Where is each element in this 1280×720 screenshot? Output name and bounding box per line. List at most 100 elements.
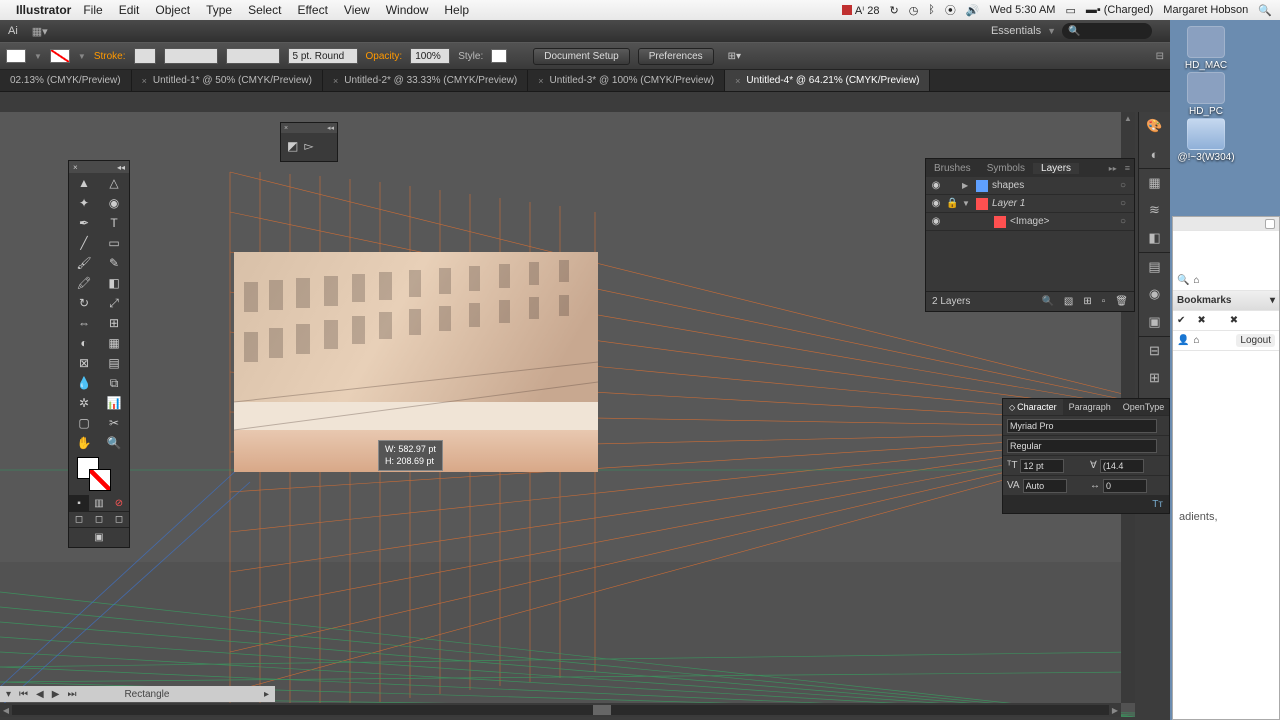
stroke-swatch[interactable]: [50, 49, 70, 63]
draw-normal-icon[interactable]: ◻: [69, 512, 89, 527]
perspective-cube-icon[interactable]: ◩: [287, 139, 298, 153]
draw-behind-icon[interactable]: ◻: [89, 512, 109, 527]
zoom-stepper[interactable]: ▾: [6, 689, 11, 700]
menu-edit[interactable]: Edit: [119, 3, 140, 17]
free-transform-tool[interactable]: ⊞: [99, 313, 129, 333]
collapse-icon[interactable]: ◂◂: [327, 124, 334, 132]
user-name[interactable]: Margaret Hobson: [1163, 4, 1248, 16]
eyedropper-tool[interactable]: 💧: [69, 373, 99, 393]
appearance-icon[interactable]: ◉: [1139, 280, 1170, 308]
sync-icon[interactable]: ↻: [889, 4, 898, 17]
direct-selection-tool[interactable]: △: [99, 173, 129, 193]
artboard-tool[interactable]: ▢: [69, 413, 99, 433]
type-tool[interactable]: T: [99, 213, 129, 233]
close-icon[interactable]: ×: [73, 163, 78, 172]
menu-select[interactable]: Select: [248, 3, 281, 17]
align-panel-icon[interactable]: ⊟: [1139, 336, 1170, 364]
close-icon[interactable]: ×: [538, 76, 543, 86]
opacity-input[interactable]: [410, 48, 450, 64]
tracking-input[interactable]: [1103, 479, 1147, 493]
doc-tab-active[interactable]: ×Untitled-4* @ 64.21% (CMYK/Preview): [725, 70, 930, 91]
menu-effect[interactable]: Effect: [297, 3, 327, 17]
nav-next-icon[interactable]: ▶: [52, 689, 60, 700]
magic-wand-tool[interactable]: ✦: [69, 193, 99, 213]
stroke-weight-input[interactable]: [134, 48, 156, 64]
layers-tab[interactable]: Layers: [1033, 163, 1079, 174]
desktop-folder[interactable]: @!~3(W304): [1176, 118, 1236, 163]
kerning-input[interactable]: [1023, 479, 1067, 493]
locate-icon[interactable]: 🔍: [1041, 296, 1053, 307]
spotlight-icon[interactable]: 🔍: [1258, 4, 1272, 17]
brush-def-input[interactable]: [226, 48, 280, 64]
fill-stroke-control[interactable]: [69, 453, 129, 495]
rotate-tool[interactable]: ↻: [69, 293, 99, 313]
workspace-switcher[interactable]: Essentials: [991, 25, 1041, 37]
eraser-tool[interactable]: ◧: [99, 273, 129, 293]
menu-window[interactable]: Window: [386, 3, 429, 17]
help-search-input[interactable]: 🔍: [1062, 23, 1152, 39]
cc-status[interactable]: Aⁱ 28: [842, 4, 880, 17]
column-graph-tool[interactable]: 📊: [99, 393, 129, 413]
draw-inside-icon[interactable]: ◻: [109, 512, 129, 527]
nav-prev-icon[interactable]: ◀: [36, 689, 44, 700]
paragraph-tab[interactable]: Paragraph: [1063, 399, 1117, 415]
fill-swatch[interactable]: [6, 49, 26, 63]
layer-row[interactable]: ◉🔒 ▼ Layer 1 ○: [926, 195, 1134, 213]
timemachine-icon[interactable]: ◷: [909, 4, 919, 17]
battery-icon[interactable]: ▬▪ (Charged): [1086, 4, 1153, 16]
disclosure-icon[interactable]: ▼: [962, 199, 972, 208]
home-icon[interactable]: ⌂: [1193, 275, 1199, 286]
touch-type-icon[interactable]: Tᴛ: [1152, 499, 1163, 510]
screen-mode-icon[interactable]: ▣: [69, 528, 129, 547]
home-icon[interactable]: ⌂: [1193, 335, 1199, 346]
zoom-tool[interactable]: 🔍: [99, 433, 129, 453]
lock-icon[interactable]: 🔒: [946, 198, 958, 209]
align-icon[interactable]: ⊞▾: [728, 51, 741, 62]
blend-tool[interactable]: ⧉: [99, 373, 129, 393]
close-icon[interactable]: ×: [333, 76, 338, 86]
panel-collapse-icon[interactable]: ▸▸: [1105, 164, 1121, 173]
transform-panel-icon[interactable]: ⊞: [1139, 364, 1170, 392]
close-icon[interactable]: ✖: [1197, 315, 1205, 326]
line-tool[interactable]: ╱: [69, 233, 99, 253]
scale-tool[interactable]: ⤢: [99, 293, 129, 313]
volume-icon[interactable]: 🔊: [966, 4, 980, 17]
perspective-grid-tool[interactable]: ▦: [99, 333, 129, 353]
leading-input[interactable]: [1100, 459, 1144, 473]
wifi-icon[interactable]: ⦿: [945, 2, 956, 18]
stroke-panel-icon[interactable]: ≋: [1139, 196, 1170, 224]
doc-tab[interactable]: 02.13% (CMYK/Preview): [0, 70, 132, 91]
doc-tab[interactable]: ×Untitled-2* @ 33.33% (CMYK/Preview): [323, 70, 528, 91]
color-mode-icon[interactable]: ▪: [69, 495, 89, 511]
perspective-select-icon[interactable]: ▻: [304, 139, 313, 153]
pencil-tool[interactable]: ✎: [99, 253, 129, 273]
stroke-color[interactable]: [89, 469, 111, 491]
collapse-icon[interactable]: ◂◂: [117, 163, 125, 172]
hand-tool[interactable]: ✋: [69, 433, 99, 453]
width-tool[interactable]: ⇔: [69, 313, 99, 333]
stroke-profile-input[interactable]: [288, 48, 358, 64]
panel-menu-icon[interactable]: ≡: [1121, 163, 1134, 173]
check-icon[interactable]: ✔: [1177, 315, 1185, 326]
new-layer-icon[interactable]: ▫: [1102, 296, 1106, 307]
color-guide-icon[interactable]: ◐: [1139, 140, 1170, 168]
font-size-input[interactable]: [1020, 459, 1064, 473]
layer-name[interactable]: shapes: [992, 180, 1116, 191]
graphic-style-swatch[interactable]: [491, 49, 507, 63]
slice-tool[interactable]: ✂: [99, 413, 129, 433]
disclosure-icon[interactable]: ▶: [962, 181, 972, 190]
layer-name[interactable]: <Image>: [1010, 216, 1116, 227]
chevron-down-icon[interactable]: ▼: [1047, 26, 1056, 36]
nav-last-icon[interactable]: ⏭: [67, 689, 76, 700]
tools-panel[interactable]: ×◂◂ ▲ △ ✦ ◉ ✒ T ╱ ▭ 🖌 ✎ 🖍 ◧ ↻ ⤢ ⇔ ⊞ ◐ ▦ …: [68, 160, 130, 548]
delete-layer-icon[interactable]: 🗑: [1115, 296, 1128, 307]
none-mode-icon[interactable]: ⊘: [109, 495, 129, 511]
visibility-icon[interactable]: ◉: [930, 216, 942, 227]
paintbrush-tool[interactable]: 🖌: [69, 253, 99, 273]
close-icon[interactable]: ✖: [1230, 315, 1238, 326]
visibility-icon[interactable]: ◉: [930, 180, 942, 191]
gradient-icon[interactable]: ◧: [1139, 224, 1170, 252]
new-sublayer-icon[interactable]: ⊞: [1083, 296, 1091, 307]
gradient-tool[interactable]: ▤: [99, 353, 129, 373]
target-icon[interactable]: ○: [1120, 180, 1130, 191]
